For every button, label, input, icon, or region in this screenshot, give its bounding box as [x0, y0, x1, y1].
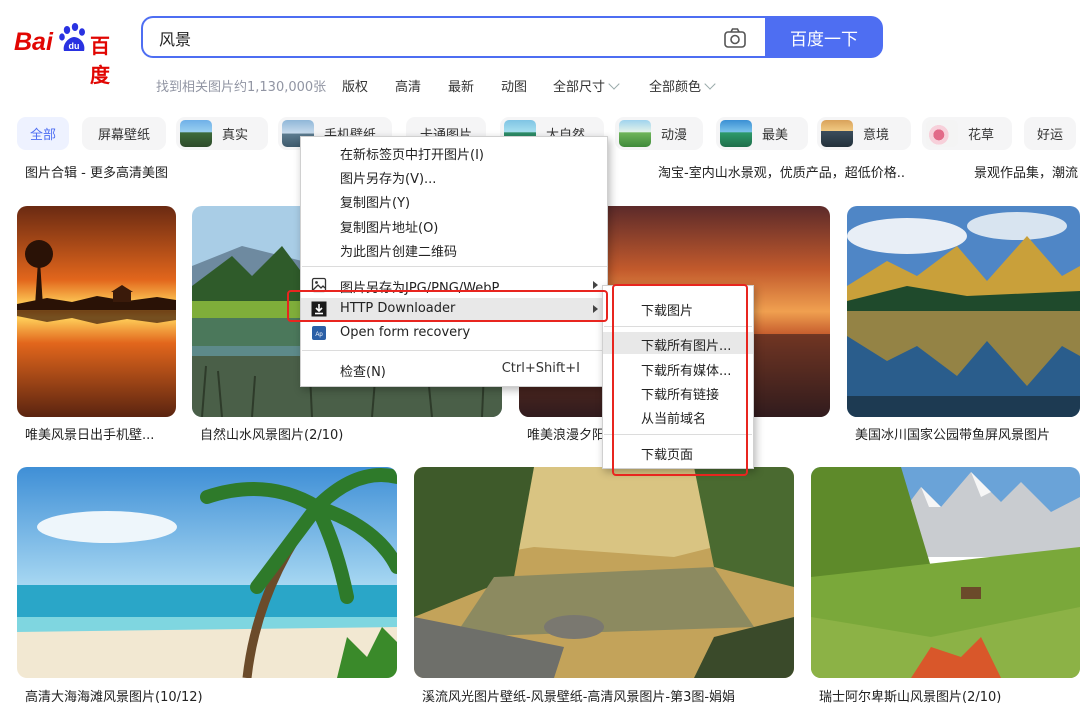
- tag-label: 花草: [968, 128, 995, 143]
- tag-most-beautiful[interactable]: 最美: [716, 117, 808, 150]
- logo-text-baidu: 百度: [90, 34, 110, 87]
- tag-thumbnail: [619, 120, 651, 147]
- filter-color-dropdown[interactable]: 全部颜色: [649, 76, 716, 95]
- menu-copy-image[interactable]: 复制图片(Y): [301, 189, 607, 211]
- paw-icon: du: [59, 23, 85, 51]
- menu-label: 在新标签页中打开图片(I): [340, 148, 484, 163]
- image-caption[interactable]: 溪流风光图片壁纸-风景壁纸-高清风景图片-第3图-娟娟: [422, 686, 735, 705]
- tag-thumbnail: [720, 120, 752, 147]
- menu-shortcut: Ctrl+Shift+I: [501, 361, 580, 376]
- svg-text:du: du: [69, 41, 80, 51]
- logo-text-bai: Bai: [14, 28, 53, 56]
- menu-copy-image-address[interactable]: 复制图片地址(O): [301, 214, 607, 236]
- image-caption[interactable]: 景观作品集，潮流: [974, 162, 1080, 181]
- highlight-box-http-downloader: [287, 290, 608, 322]
- search-box: [141, 16, 765, 58]
- image-caption[interactable]: 高清大海海滩风景图片(10/12): [25, 686, 203, 705]
- image-stream-scenery[interactable]: [414, 467, 794, 678]
- image-swiss-alps[interactable]: [811, 467, 1080, 678]
- image-caption[interactable]: 自然山水风景图片(2/10): [200, 424, 343, 443]
- search-button[interactable]: 百度一下: [765, 16, 883, 58]
- tag-label: 真实: [222, 128, 249, 143]
- filter-hd[interactable]: 高清: [395, 76, 421, 95]
- image-glacier-park[interactable]: [847, 206, 1080, 417]
- image-sunrise-lake[interactable]: [17, 206, 176, 417]
- image-tropical-beach[interactable]: [17, 467, 397, 678]
- menu-label: 复制图片地址(O): [340, 221, 439, 236]
- form-recovery-icon: Ap: [312, 326, 326, 340]
- tag-real[interactable]: 真实: [176, 117, 268, 150]
- tag-all[interactable]: 全部: [17, 117, 69, 150]
- tag-wallpaper[interactable]: 屏幕壁纸: [82, 117, 166, 150]
- submenu-arrow-icon: [593, 281, 598, 289]
- chevron-down-icon: [704, 78, 716, 90]
- menu-inspect[interactable]: 检查(N) Ctrl+Shift+I: [301, 358, 607, 380]
- filter-size-dropdown[interactable]: 全部尺寸: [553, 76, 620, 95]
- filter-animated[interactable]: 动图: [501, 76, 527, 95]
- menu-label: 图片另存为(V)...: [340, 172, 437, 187]
- tag-label: 最美: [762, 128, 789, 143]
- svg-text:Ap: Ap: [315, 332, 323, 338]
- tag-thumbnail: [180, 120, 212, 147]
- menu-label: 为此图片创建二维码: [340, 245, 458, 260]
- baidu-logo[interactable]: Bai du 百度: [14, 22, 126, 87]
- image-caption[interactable]: 唯美风景日出手机壁...: [25, 424, 154, 443]
- filter-latest[interactable]: 最新: [448, 76, 474, 95]
- image-caption[interactable]: 唯美浪漫夕阳: [527, 424, 602, 443]
- tag-artistic[interactable]: 意境: [817, 117, 911, 150]
- menu-save-image-as[interactable]: 图片另存为(V)...: [301, 165, 607, 187]
- chevron-down-icon: [608, 78, 620, 90]
- tag-thumbnail: [926, 120, 958, 147]
- tag-label: 动漫: [661, 128, 688, 143]
- menu-label: Open form recovery: [340, 325, 471, 340]
- menu-open-form-recovery[interactable]: Ap Open form recovery: [301, 322, 607, 344]
- image-caption[interactable]: 图片合辑 - 更多高清美图: [25, 162, 168, 181]
- menu-separator: [302, 350, 607, 351]
- tag-thumbnail: [821, 120, 853, 147]
- menu-label: 检查(N): [340, 365, 386, 380]
- image-caption[interactable]: 淘宝-室内山水景观，优质产品，超低价格..: [658, 162, 905, 181]
- context-menu: 在新标签页中打开图片(I) 图片另存为(V)... 复制图片(Y) 复制图片地址…: [300, 136, 608, 387]
- tag-anime[interactable]: 动漫: [615, 117, 703, 150]
- tag-label: 意境: [863, 128, 890, 143]
- image-caption[interactable]: 瑞士阿尔卑斯山风景图片(2/10): [819, 686, 1001, 705]
- tag-label: 全部: [29, 128, 56, 143]
- menu-create-qr-code[interactable]: 为此图片创建二维码: [301, 238, 607, 260]
- menu-separator: [302, 266, 607, 267]
- tag-flowers[interactable]: 花草: [922, 117, 1012, 150]
- tag-label: 好运: [1036, 128, 1063, 143]
- filter-color-label: 全部颜色: [649, 80, 702, 95]
- menu-open-image-new-tab[interactable]: 在新标签页中打开图片(I): [301, 141, 607, 163]
- tag-good-luck[interactable]: 好运: [1024, 117, 1076, 150]
- camera-icon[interactable]: [723, 27, 747, 49]
- tag-label: 屏幕壁纸: [97, 128, 150, 143]
- filter-size-label: 全部尺寸: [553, 80, 606, 95]
- image-caption[interactable]: 美国冰川国家公园带鱼屏风景图片: [855, 424, 1050, 443]
- menu-label: 复制图片(Y): [340, 196, 411, 211]
- result-count: 找到相关图片约1,130,000张: [156, 80, 327, 95]
- highlight-box-submenu: [612, 284, 748, 476]
- search-input[interactable]: [159, 27, 699, 49]
- filter-copyright[interactable]: 版权: [342, 76, 368, 95]
